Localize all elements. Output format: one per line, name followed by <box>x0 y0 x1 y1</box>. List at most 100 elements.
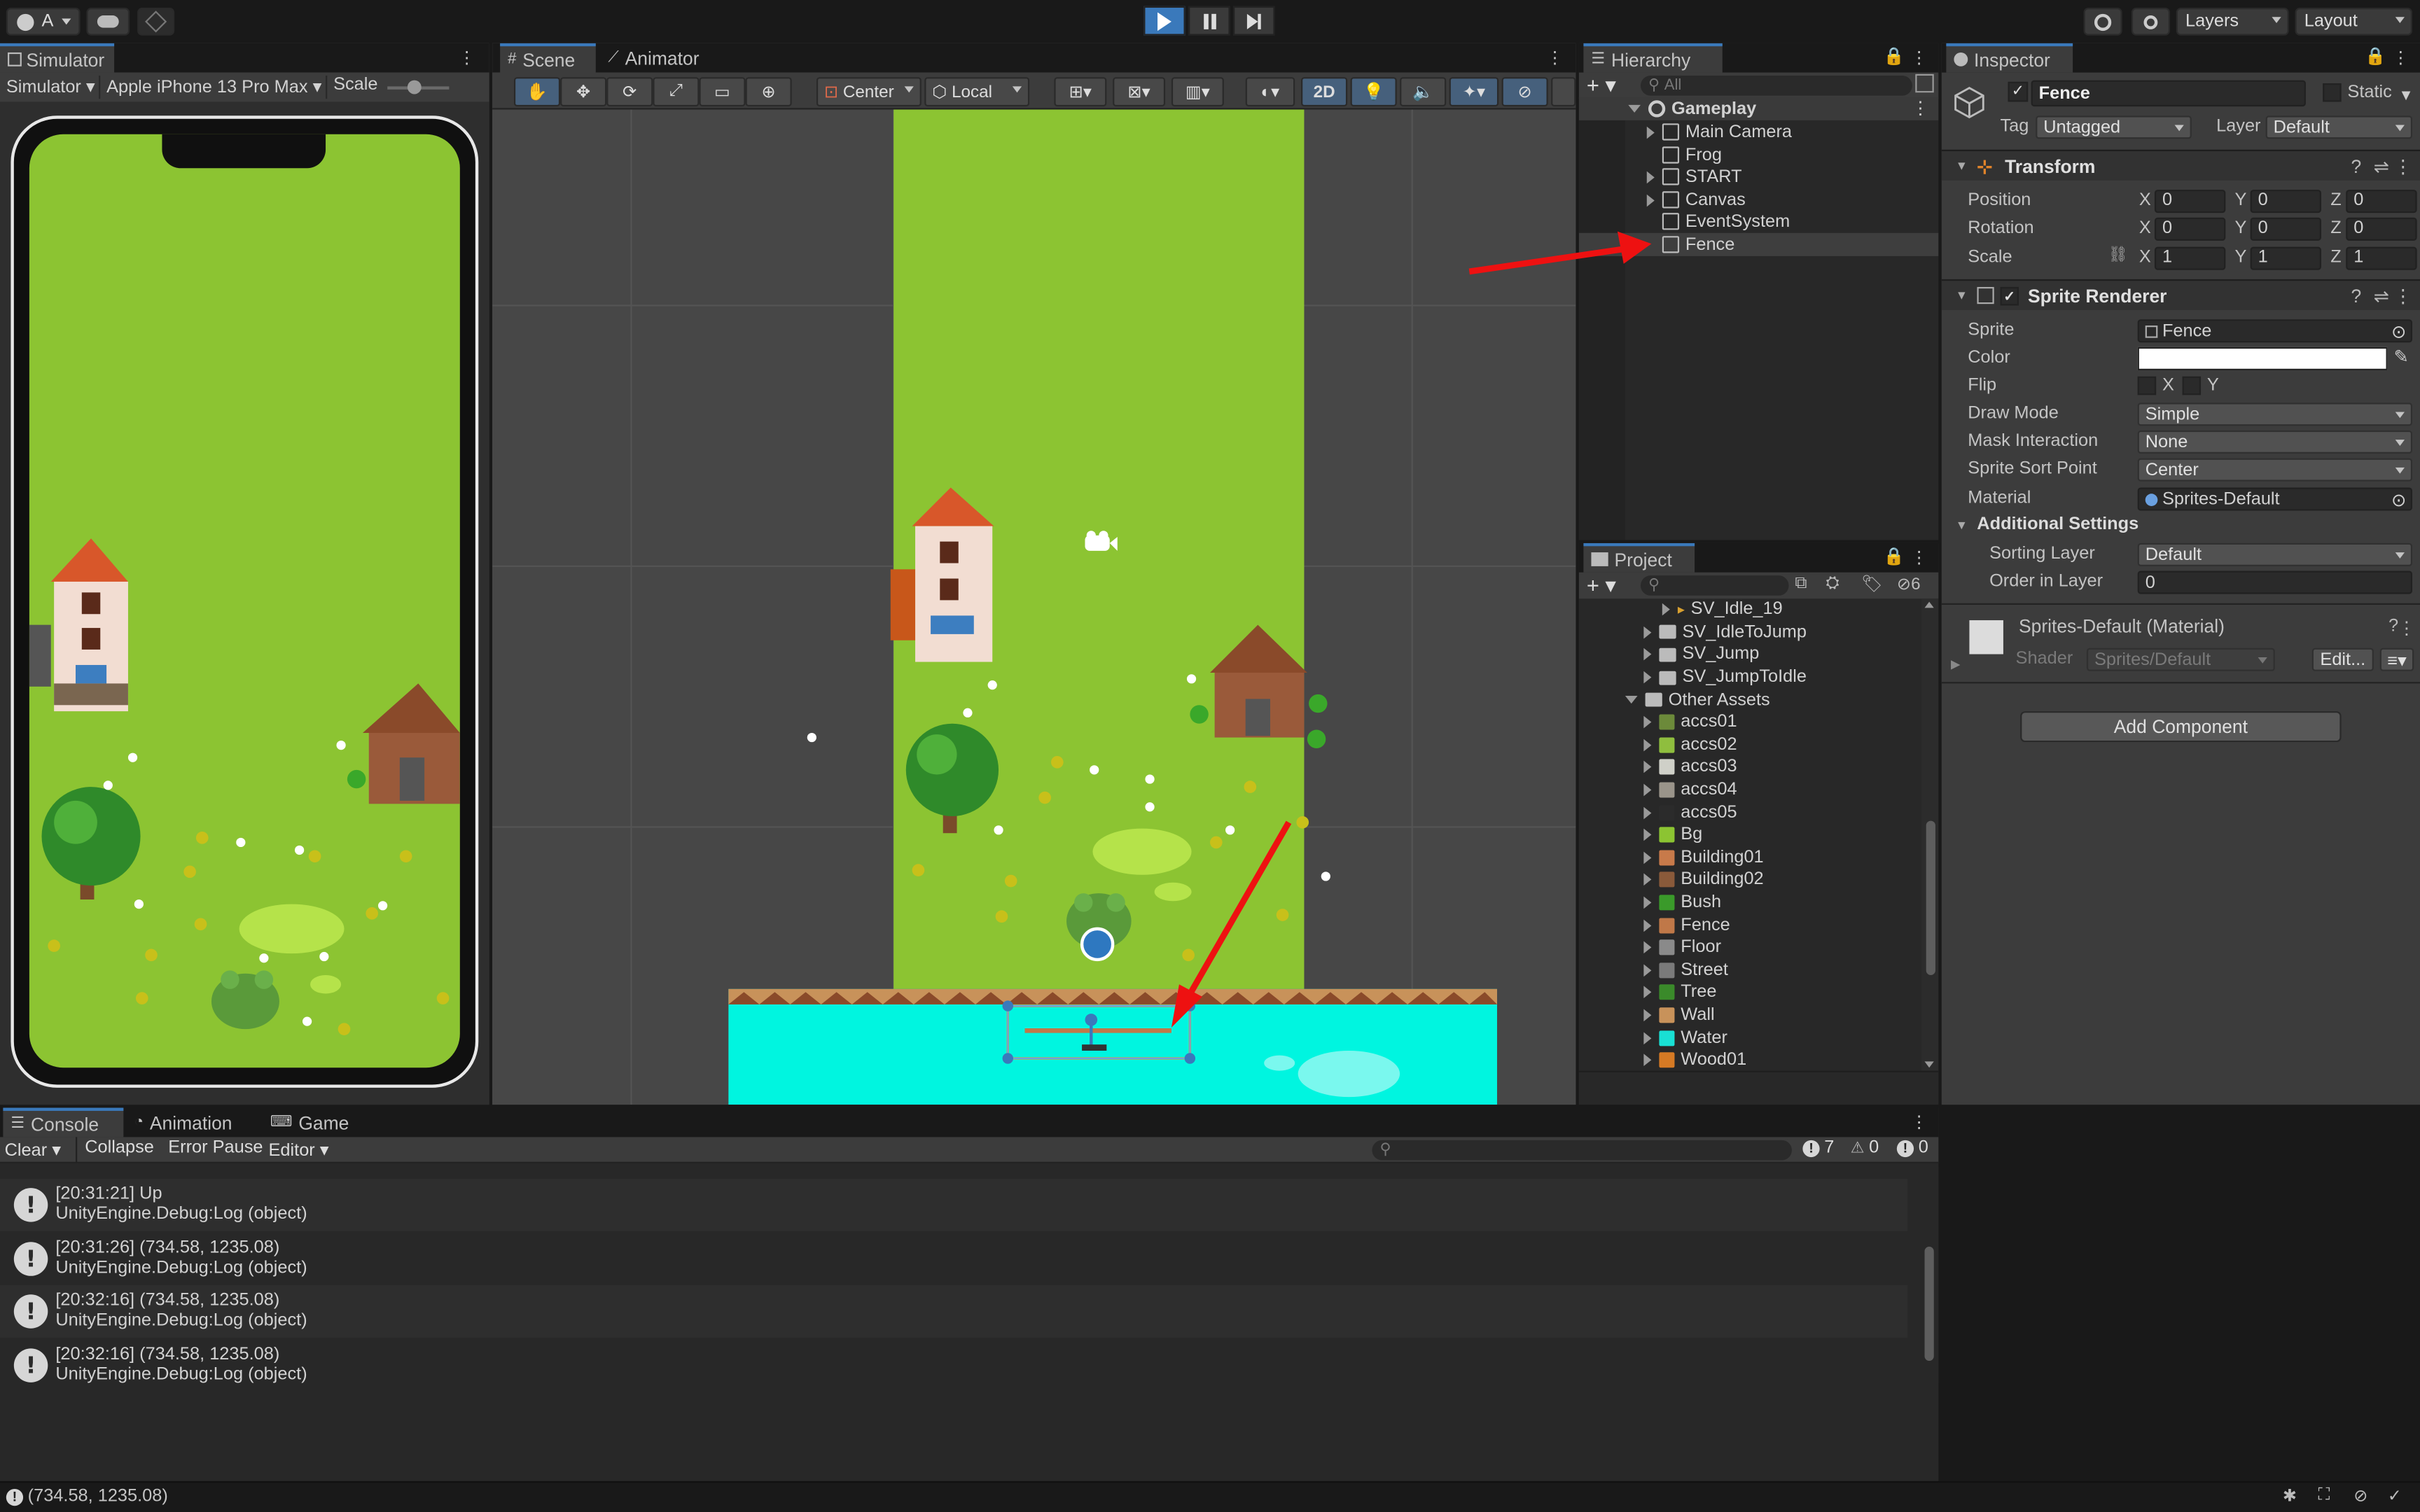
hidden-packages-toggle[interactable]: ⊘6 <box>1897 574 1921 594</box>
flip-y-checkbox[interactable] <box>2182 376 2202 396</box>
project-asset-item[interactable]: Street <box>1579 959 1921 981</box>
project-folder-sv-jumptoidle[interactable]: SV_JumpToIdle <box>1579 666 1921 689</box>
layout-dropdown[interactable]: Layout <box>2295 8 2413 36</box>
collapse-toggle[interactable]: Collapse <box>85 1139 154 1157</box>
error-filter-toggle[interactable]: ! 0 <box>1896 1139 1928 1157</box>
align-snap-button[interactable]: ▥▾ <box>1171 77 1224 107</box>
add-button[interactable]: + ▾ <box>1587 73 1616 99</box>
project-folder-other-assets[interactable]: Other Assets <box>1579 689 1921 711</box>
sprite-object-field[interactable]: Fence ⊙ <box>2137 319 2413 343</box>
lock-icon[interactable]: 🔒 <box>1884 546 1905 566</box>
kebab-menu-icon[interactable]: ⋮ <box>1911 48 1928 68</box>
scroll-up-icon[interactable] <box>1924 601 1934 608</box>
search-by-type-icon[interactable]: ⧉ <box>1795 574 1807 594</box>
scene-viewport[interactable] <box>492 109 1576 1105</box>
transform-scale-y-field[interactable]: 1 <box>2250 246 2321 270</box>
help-icon[interactable]: ? <box>2388 617 2398 636</box>
clear-button[interactable]: Clear ▾ <box>5 1139 61 1160</box>
kebab-menu-icon[interactable]: ⋮ <box>459 48 475 68</box>
audio-toggle[interactable]: 🔈 <box>1400 77 1447 107</box>
tab-animator[interactable]: ⟋ Animator <box>600 43 723 73</box>
hierarchy-item-main-camera[interactable]: Main Camera <box>1579 120 1939 144</box>
collab-button[interactable] <box>137 8 175 36</box>
project-asset-item[interactable]: Floor <box>1579 937 1921 959</box>
tab-animation[interactable]: ◔ Animation <box>127 1108 263 1138</box>
project-asset-item[interactable]: accs04 <box>1579 779 1921 802</box>
console-log-row[interactable]: ! [20:31:26] (734.58, 1235.08) UnityEngine… <box>0 1233 1908 1286</box>
project-search-input[interactable]: ⚲ <box>1640 575 1789 596</box>
sorting-layer-dropdown[interactable]: Default <box>2137 542 2413 566</box>
console-search-input[interactable]: ⚲ <box>1372 1140 1792 1161</box>
presets-icon[interactable]: ⇌ <box>2374 156 2389 178</box>
expand-icon[interactable] <box>1643 964 1652 976</box>
transform-position-z-field[interactable]: 0 <box>2346 190 2417 214</box>
pause-button[interactable] <box>1188 6 1230 36</box>
object-picker-icon[interactable]: ⊙ <box>2391 489 2406 510</box>
transform-scale-x-field[interactable]: 1 <box>2154 246 2226 270</box>
grid-snap-button[interactable]: ⊞▾ <box>1054 77 1107 107</box>
expand-icon[interactable] <box>1643 806 1652 819</box>
console-log-row[interactable]: ! [20:32:16] (734.58, 1235.08) UnityEngine… <box>0 1339 1908 1392</box>
scene-visibility-icon[interactable] <box>1915 74 1934 93</box>
expand-icon[interactable] <box>1643 783 1652 797</box>
progress-check-icon[interactable]: ✓ <box>2388 1486 2402 1506</box>
scrollbar-thumb[interactable] <box>1924 1246 1934 1362</box>
layers-dropdown[interactable]: Layers <box>2176 8 2289 36</box>
increment-snap-button[interactable]: ⊠▾ <box>1113 77 1166 107</box>
game-screen[interactable] <box>29 134 460 1068</box>
rect-tool-button[interactable]: ▭ <box>699 77 746 107</box>
console-scrollbar[interactable] <box>1919 1166 1939 1382</box>
project-asset-item[interactable]: Wall <box>1579 1004 1921 1026</box>
transform-rotation-x-field[interactable]: 0 <box>2154 218 2226 241</box>
debug-icon[interactable]: ✱ <box>2283 1486 2297 1506</box>
project-asset-item[interactable]: Tree <box>1579 981 1921 1004</box>
constrain-proportions-icon[interactable]: ⛓ <box>2108 246 2128 263</box>
expand-icon[interactable] <box>1643 738 1652 752</box>
project-folder-sv-idle[interactable]: ▸ SV_Idle_19 <box>1579 598 1921 621</box>
label-icon[interactable]: 🏷 <box>1861 574 1883 594</box>
expand-icon[interactable] <box>1643 1009 1652 1022</box>
enabled-checkbox[interactable]: ✓ <box>2000 286 2019 305</box>
help-icon[interactable]: ? <box>2351 286 2362 307</box>
sprite-renderer-header[interactable]: ▼ ✓ Sprite Renderer ? ⇌ ⋮ <box>1941 279 2420 311</box>
shader-menu-button[interactable]: ≡▾ <box>2379 648 2414 671</box>
simulator-mode-dropdown[interactable]: Simulator ▾ <box>6 76 95 97</box>
move-tool-button[interactable]: ✥ <box>560 77 607 107</box>
project-scrollbar[interactable] <box>1921 598 1939 1071</box>
play-button[interactable] <box>1143 6 1185 36</box>
kebab-menu-icon[interactable]: ⋮ <box>1547 48 1564 68</box>
flip-x-checkbox[interactable] <box>2137 376 2157 396</box>
expand-icon[interactable] <box>1643 716 1652 729</box>
tab-console[interactable]: ☰ Console <box>3 1107 124 1138</box>
expand-icon[interactable] <box>1643 918 1652 932</box>
tab-inspector[interactable]: Inspector <box>1946 43 2073 73</box>
expand-icon[interactable] <box>1643 829 1652 841</box>
transform-header[interactable]: ▼ ⊹ Transform ? ⇌ ⋮ <box>1941 149 2420 181</box>
expand-icon[interactable] <box>1643 1054 1652 1067</box>
editor-dropdown[interactable]: Editor ▾ <box>269 1139 329 1160</box>
tab-scene[interactable]: # Scene <box>500 43 596 73</box>
rotate-tool-button[interactable]: ⟳ <box>606 77 653 107</box>
layer-dropdown[interactable]: Default <box>2265 115 2413 139</box>
project-asset-item[interactable]: Fence <box>1579 914 1921 937</box>
add-asset-button[interactable]: + ▾ <box>1587 573 1616 598</box>
history-button[interactable] <box>2083 8 2122 36</box>
warning-filter-toggle[interactable]: ⚠ 0 <box>1851 1139 1879 1157</box>
status-message[interactable]: ! (734.58, 1235.08) <box>6 1488 168 1506</box>
shading-mode-button[interactable]: ◐▾ <box>1245 77 1295 107</box>
object-name-field[interactable]: Fence <box>2031 80 2306 107</box>
console-log-row[interactable]: ! [20:31:21] Up UnityEngine.Debug:Log (obj… <box>0 1178 1908 1231</box>
auto-generate-icon[interactable]: ⊘ <box>2353 1486 2367 1506</box>
pivot-center-dropdown[interactable]: ⊡ Center <box>816 77 922 107</box>
sprite-sort-point-dropdown[interactable]: Center <box>2137 458 2413 482</box>
hand-tool-button[interactable]: ✋ <box>513 77 561 107</box>
static-dropdown-icon[interactable]: ▾ <box>2402 83 2411 104</box>
project-folder-sv-idletojump[interactable]: SV_IdleToJump <box>1579 621 1921 643</box>
help-icon[interactable]: ? <box>2351 156 2362 178</box>
hierarchy-item-start[interactable]: START <box>1579 165 1939 188</box>
project-asset-item[interactable]: accs01 <box>1579 711 1921 734</box>
expand-icon[interactable] <box>1643 896 1652 909</box>
kebab-menu-icon[interactable]: ⋮ <box>1912 97 1929 118</box>
transform-rotation-z-field[interactable]: 0 <box>2346 218 2417 241</box>
tab-simulator[interactable]: Simulator <box>0 43 115 73</box>
